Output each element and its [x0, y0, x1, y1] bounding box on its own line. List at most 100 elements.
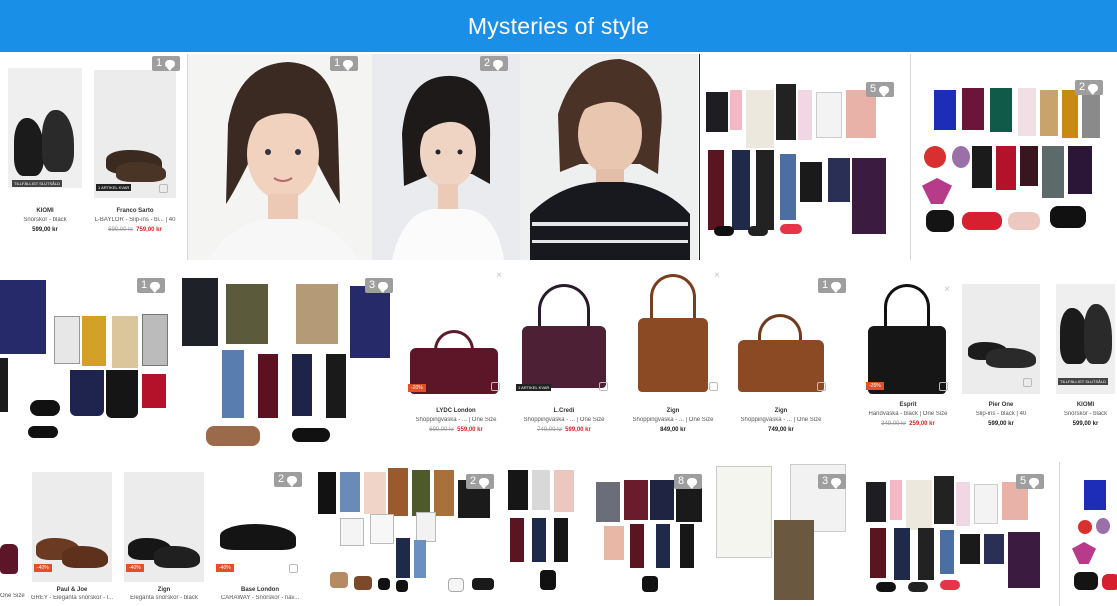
product-card[interactable]: 1 ARTIKEL KVAR Franco Sarto L-BAYLOR - S… — [92, 54, 178, 260]
discount-badge: -40% — [126, 564, 144, 572]
style-tile-outfit[interactable]: 8 — [590, 462, 710, 606]
product-card[interactable]: 2 -40% Base London CARAWAY - Snörskor - … — [212, 462, 308, 606]
product-card[interactable]: × -40% Zign Eleganta snörskor - black — [122, 462, 206, 606]
garment — [222, 350, 244, 418]
wishlist-icon[interactable] — [289, 564, 298, 573]
product-desc: L-BAYLOR - Slip-ins - bl... | 40 — [94, 217, 176, 223]
product-card[interactable]: × -40% Paul & Joe GREY - Eleganta snörsk… — [30, 462, 114, 606]
close-icon[interactable]: × — [944, 284, 950, 295]
style-tile-outfit[interactable]: 5 — [699, 54, 911, 260]
garment — [894, 528, 910, 580]
style-tile-outfit[interactable]: 2 — [312, 462, 500, 606]
product-card[interactable]: One Size — [0, 462, 26, 606]
comment-icon — [687, 477, 698, 489]
shoe — [330, 572, 348, 588]
shoe-shape — [42, 110, 74, 172]
product-card[interactable]: TILLFÄLLIGT SLUTSÅLD KIOMI Snörskor - bl… — [1054, 270, 1117, 450]
garment — [828, 158, 850, 202]
garment — [1018, 88, 1036, 136]
style-tile-outfit[interactable]: 2 — [912, 54, 1117, 260]
style-tile-outfit[interactable]: 5 — [860, 462, 1060, 606]
shoe — [354, 576, 372, 590]
wishlist-icon[interactable] — [817, 382, 826, 391]
garment — [776, 84, 796, 140]
board-row-1: 1 × TILLFÄLLIGT SLUTSÅLD KIOMI Snörskor … — [0, 54, 1117, 260]
bag-handle — [650, 274, 696, 322]
shoe — [1008, 212, 1040, 230]
product-desc: Snörskor - black — [23, 217, 67, 223]
comment-badge[interactable]: 2 — [1075, 80, 1103, 95]
garment — [434, 470, 454, 516]
wishlist-icon[interactable] — [599, 382, 608, 391]
garment — [870, 528, 886, 578]
garment — [326, 354, 346, 418]
garment — [866, 482, 886, 522]
product-brand: LYDC London — [436, 408, 476, 414]
shoe — [926, 210, 954, 232]
style-tile-outfit[interactable]: 1 — [0, 270, 178, 450]
style-tile-outfit[interactable]: 3 — [714, 462, 852, 606]
product-brand: Zign — [774, 408, 788, 414]
product-image: TILLFÄLLIGT SLUTSÅLD — [1056, 284, 1115, 394]
product-card[interactable]: × -25% Esprit Handväska - black | One Si… — [860, 270, 956, 450]
garment — [680, 524, 694, 568]
style-tile-portrait[interactable] — [520, 54, 698, 260]
style-tile-outfit[interactable]: 3 — [178, 270, 403, 450]
bag-shape — [638, 318, 708, 392]
comment-badge[interactable]: 2 — [274, 472, 302, 487]
shoe — [642, 576, 658, 592]
portrait-photo — [188, 54, 372, 260]
garment — [800, 162, 822, 202]
comment-badge[interactable]: 8 — [674, 474, 702, 489]
comment-badge[interactable]: 3 — [365, 278, 393, 293]
comment-badge[interactable]: 2 — [480, 56, 508, 71]
garment — [416, 512, 436, 542]
close-icon[interactable]: × — [714, 270, 720, 281]
product-card[interactable]: × Zign Shoppingväska - ... | One Size 84… — [620, 270, 726, 450]
product-card[interactable]: × -20% LYDC London Shoppingväska - ... |… — [404, 270, 508, 450]
accessory — [1096, 518, 1110, 534]
product-card[interactable]: × Pier One Slip-ins - black | 40 599,00 … — [960, 270, 1042, 450]
garment — [990, 88, 1012, 132]
wishlist-icon[interactable] — [159, 184, 168, 193]
comment-badge[interactable]: 1 — [137, 278, 165, 293]
product-card[interactable]: 1 ARTIKEL KVAR L.Credi Shoppingväska - .… — [512, 270, 616, 450]
garment — [1020, 146, 1038, 186]
wishlist-icon[interactable] — [709, 382, 718, 391]
board-row-3: One Size × -40% Paul & Joe GREY - Elegan… — [0, 462, 1117, 606]
wishlist-icon[interactable] — [939, 382, 948, 391]
style-tile-outfit[interactable] — [502, 462, 582, 606]
garment — [388, 468, 408, 516]
comment-badge[interactable]: 1 — [152, 56, 180, 71]
product-card[interactable]: 1 Zign Shoppingväska - ... | One Size 74… — [728, 270, 846, 450]
product-desc: Shoppingväska - ... | One Size — [632, 417, 714, 423]
shoe-shape — [14, 118, 44, 176]
stock-tag: 1 ARTIKEL KVAR — [516, 384, 552, 391]
product-desc: Shoppingväska - ... | One Size — [415, 417, 497, 423]
product-card[interactable]: × TILLFÄLLIGT SLUTSÅLD KIOMI Snörskor - … — [6, 54, 84, 260]
comment-badge[interactable]: 5 — [866, 82, 894, 97]
style-tile-portrait[interactable]: 2 — [372, 54, 520, 260]
shoe — [206, 426, 260, 446]
garment — [960, 534, 980, 564]
style-tile-shoes[interactable]: 1 × TILLFÄLLIGT SLUTSÅLD KIOMI Snörskor … — [0, 54, 188, 260]
comment-badge[interactable]: 2 — [466, 474, 494, 489]
garment — [706, 92, 728, 132]
comment-badge[interactable]: 1 — [330, 56, 358, 71]
close-icon[interactable]: × — [496, 270, 502, 281]
wishlist-icon[interactable] — [491, 382, 500, 391]
shoe — [448, 578, 464, 592]
garment — [142, 374, 166, 408]
comment-badge[interactable]: 3 — [818, 474, 846, 489]
shoe — [780, 224, 802, 234]
style-tile-portrait[interactable]: 1 — [188, 54, 372, 260]
garment — [630, 524, 644, 568]
garment — [182, 278, 218, 346]
wishlist-icon[interactable] — [1023, 378, 1032, 387]
garment — [1008, 532, 1040, 588]
comment-badge[interactable]: 1 — [818, 278, 846, 293]
style-tile-outfit[interactable] — [1062, 462, 1117, 606]
product-image: 1 ARTIKEL KVAR — [94, 70, 176, 198]
comment-badge[interactable]: 5 — [1016, 474, 1044, 489]
stock-tag: 1 ARTIKEL KVAR — [96, 184, 132, 191]
